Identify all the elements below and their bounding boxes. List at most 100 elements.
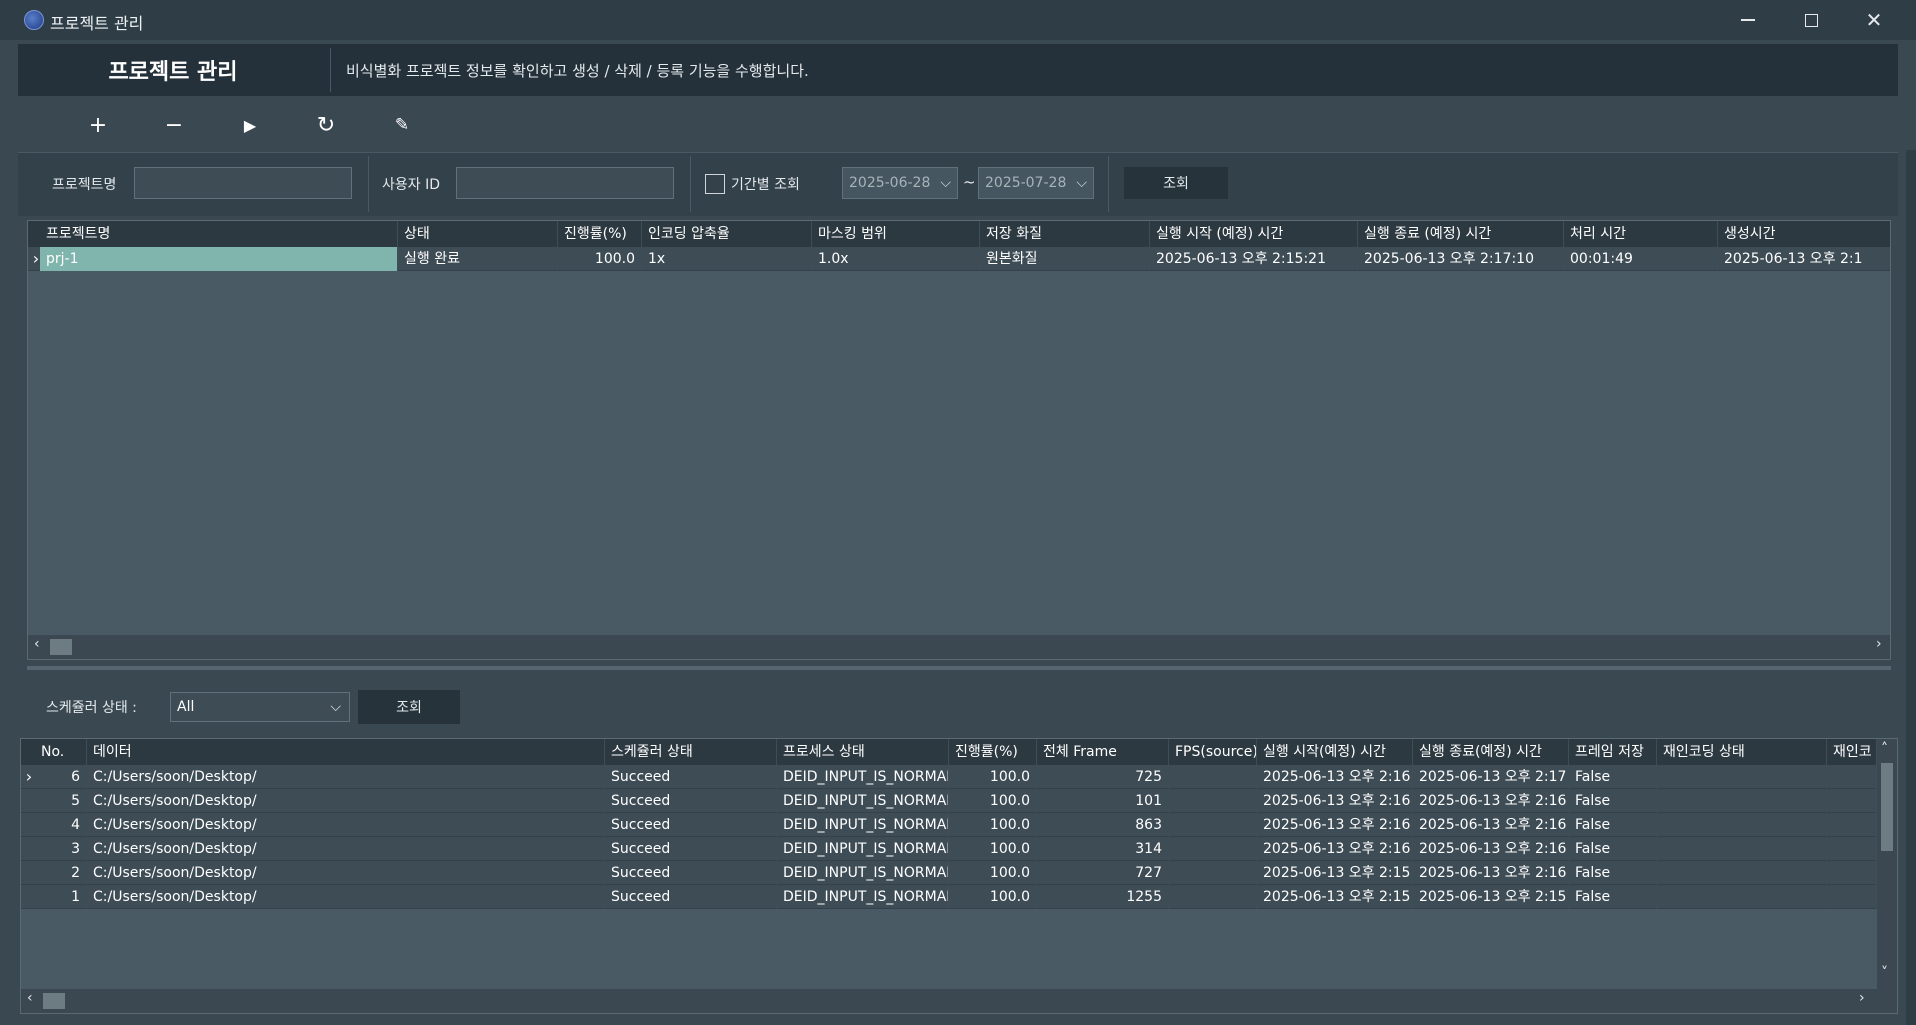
project-name-input[interactable] <box>134 167 352 199</box>
table-cell[interactable]: Succeed <box>605 861 777 885</box>
table-cell[interactable]: DEID_INPUT_IS_NORMAL <box>777 765 949 789</box>
column-header[interactable]: 실행 시작 (예정) 시간 <box>1150 221 1358 247</box>
table-cell[interactable]: False <box>1569 813 1657 837</box>
column-header[interactable]: 진행률(%) <box>558 221 642 247</box>
table-cell[interactable]: 725 <box>1037 765 1169 789</box>
table-cell[interactable] <box>1169 885 1257 909</box>
run-project-button[interactable]: ▶ <box>230 108 270 142</box>
table-cell[interactable]: 00:01:49 <box>1564 247 1718 271</box>
table-cell[interactable] <box>1827 885 1877 909</box>
scroll-right-icon[interactable]: › <box>1876 636 1882 652</box>
table-cell[interactable]: 1 <box>35 885 87 909</box>
table-cell[interactable] <box>1827 789 1877 813</box>
table-cell[interactable]: C:/Users/soon/Desktop/ <box>87 789 605 813</box>
add-project-button[interactable]: + <box>78 108 118 142</box>
table-cell[interactable]: False <box>1569 861 1657 885</box>
table-cell[interactable]: Succeed <box>605 837 777 861</box>
scheduler-search-button[interactable]: 조회 <box>358 690 460 724</box>
table-cell[interactable]: 1.0x <box>812 247 980 271</box>
table-cell[interactable]: C:/Users/soon/Desktop/ <box>87 765 605 789</box>
user-id-input[interactable] <box>456 167 674 199</box>
table-cell[interactable]: 4 <box>35 813 87 837</box>
column-header[interactable]: 재인코딩 상태 <box>1657 739 1827 765</box>
table-cell[interactable]: DEID_INPUT_IS_NORMAL <box>777 837 949 861</box>
table-cell[interactable] <box>1657 837 1827 861</box>
table-cell[interactable]: Succeed <box>605 813 777 837</box>
scroll-up-icon[interactable]: ˄ <box>1881 741 1888 757</box>
job-grid-vscrollbar[interactable]: ˄ ˅ <box>1877 739 1897 989</box>
refresh-button[interactable]: ↻ <box>306 108 346 142</box>
table-cell[interactable]: Succeed <box>605 789 777 813</box>
scroll-left-icon[interactable]: ‹ <box>34 636 40 652</box>
column-header[interactable]: 전체 Frame <box>1037 739 1169 765</box>
table-cell[interactable] <box>1169 837 1257 861</box>
table-cell[interactable]: 100.0 <box>949 765 1037 789</box>
table-cell[interactable]: 727 <box>1037 861 1169 885</box>
table-cell[interactable]: C:/Users/soon/Desktop/ <box>87 813 605 837</box>
table-cell[interactable]: 1255 <box>1037 885 1169 909</box>
table-cell[interactable]: 2025-06-13 오후 2:15: <box>1257 861 1413 885</box>
table-cell[interactable] <box>1169 813 1257 837</box>
period-search-checkbox[interactable] <box>705 174 725 194</box>
table-cell[interactable]: 2025-06-13 오후 2:15: <box>1257 885 1413 909</box>
table-cell[interactable]: C:/Users/soon/Desktop/ <box>87 885 605 909</box>
table-cell[interactable]: 2025-06-13 오후 2:16: <box>1257 765 1413 789</box>
date-to-picker[interactable]: 2025-07-28 ⌵ <box>978 167 1094 199</box>
table-cell[interactable] <box>1169 789 1257 813</box>
table-cell[interactable]: 1x <box>642 247 812 271</box>
column-header[interactable]: FPS(source) <box>1169 739 1257 765</box>
column-header[interactable]: 저장 화질 <box>980 221 1150 247</box>
table-cell[interactable]: False <box>1569 765 1657 789</box>
table-cell[interactable]: 실행 완료 <box>398 247 558 271</box>
table-cell[interactable] <box>1169 765 1257 789</box>
column-header[interactable]: 생성시간 <box>1718 221 1890 247</box>
scroll-thumb[interactable] <box>50 639 72 655</box>
close-button[interactable]: ✕ <box>1843 0 1905 40</box>
column-header[interactable]: No. <box>35 739 87 765</box>
table-cell[interactable]: 2025-06-13 오후 2:17:10 <box>1358 247 1564 271</box>
project-grid[interactable]: 프로젝트명 상태 진행률(%) 인코딩 압축율 마스킹 범위 저장 화질 실행 시작 (예정… <box>27 220 1891 660</box>
column-header[interactable]: 프로세스 상태 <box>777 739 949 765</box>
edit-project-button[interactable]: ✎ <box>382 108 422 142</box>
table-cell[interactable]: 6 <box>35 765 87 789</box>
table-cell[interactable] <box>1657 813 1827 837</box>
column-header[interactable]: 재인코 <box>1827 739 1877 765</box>
column-header[interactable]: 프로젝트명 <box>40 221 398 247</box>
table-cell[interactable]: DEID_INPUT_IS_NORMAL <box>777 813 949 837</box>
table-cell[interactable]: 2025-06-13 오후 2:1 <box>1718 247 1890 271</box>
table-cell[interactable]: 100.0 <box>949 813 1037 837</box>
table-cell[interactable]: False <box>1569 789 1657 813</box>
job-grid-hscrollbar[interactable]: ‹ › <box>21 989 1897 1013</box>
table-cell[interactable]: 314 <box>1037 837 1169 861</box>
table-cell[interactable]: 100.0 <box>558 247 642 271</box>
table-cell[interactable]: 원본화질 <box>980 247 1150 271</box>
column-header[interactable]: 인코딩 압축율 <box>642 221 812 247</box>
table-cell[interactable]: 2025-06-13 오후 2:16: <box>1257 813 1413 837</box>
table-cell[interactable]: DEID_INPUT_IS_NORMAL <box>777 861 949 885</box>
table-cell[interactable]: 2025-06-13 오후 2:17: <box>1413 765 1569 789</box>
table-cell[interactable] <box>1827 861 1877 885</box>
table-cell[interactable]: 2025-06-13 오후 2:16: <box>1413 837 1569 861</box>
scroll-right-icon[interactable]: › <box>1859 990 1865 1006</box>
table-cell[interactable]: Succeed <box>605 765 777 789</box>
table-cell[interactable]: Succeed <box>605 885 777 909</box>
table-cell[interactable]: C:/Users/soon/Desktop/ <box>87 861 605 885</box>
column-header[interactable]: 프레임 저장 <box>1569 739 1657 765</box>
table-cell[interactable]: 2025-06-13 오후 2:15:21 <box>1150 247 1358 271</box>
table-cell[interactable]: 2025-06-13 오후 2:16: <box>1257 837 1413 861</box>
table-cell[interactable] <box>1657 789 1827 813</box>
table-cell[interactable] <box>1827 813 1877 837</box>
table-cell[interactable]: 2025-06-13 오후 2:16: <box>1413 813 1569 837</box>
table-cell[interactable]: 100.0 <box>949 861 1037 885</box>
table-cell[interactable]: 100.0 <box>949 837 1037 861</box>
table-cell[interactable]: 2 <box>35 861 87 885</box>
column-header[interactable]: 처리 시간 <box>1564 221 1718 247</box>
column-header[interactable]: 데이터 <box>87 739 605 765</box>
remove-project-button[interactable]: − <box>154 108 194 142</box>
maximize-button[interactable] <box>1780 0 1842 40</box>
column-header[interactable]: 실행 종료(예정) 시간 <box>1413 739 1569 765</box>
minimize-button[interactable] <box>1717 0 1779 40</box>
table-cell[interactable]: 100.0 <box>949 885 1037 909</box>
table-cell[interactable]: 2025-06-13 오후 2:16: <box>1413 789 1569 813</box>
table-cell[interactable]: 2025-06-13 오후 2:16: <box>1257 789 1413 813</box>
